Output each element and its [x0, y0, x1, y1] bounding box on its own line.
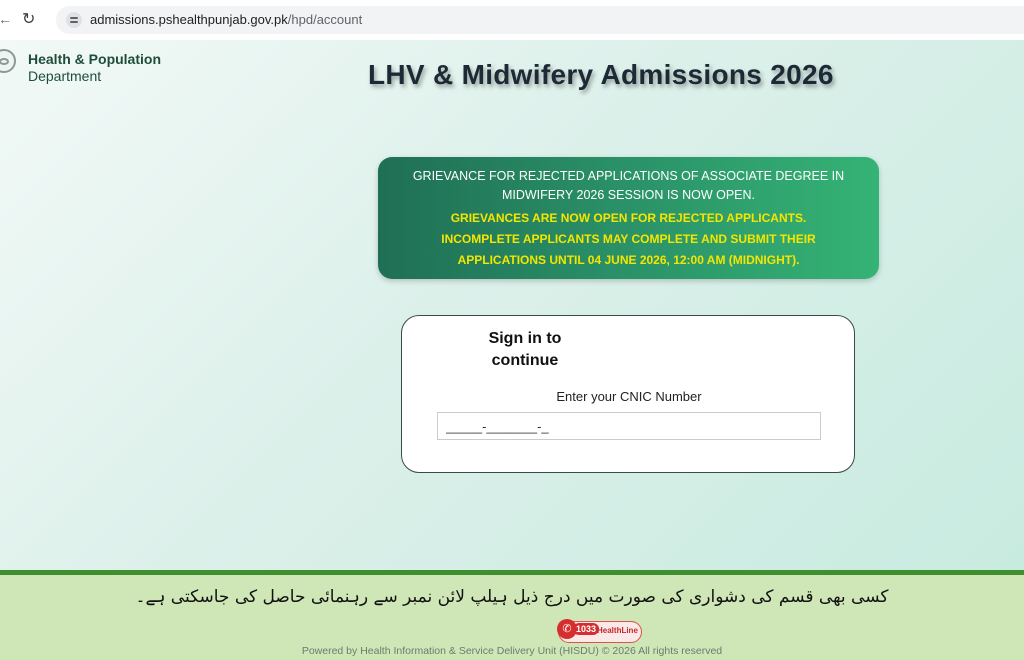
page-title: LHV & Midwifery Admissions 2026: [368, 59, 834, 90]
helpline-number: 1033: [573, 623, 600, 635]
helpline-name: HealthLine: [597, 626, 638, 635]
signin-title: Sign in to continue: [488, 330, 562, 369]
cnic-label: Enter your CNIC Number: [556, 389, 702, 404]
notice-line-1: GRIEVANCE FOR REJECTED APPLICATIONS OF A…: [412, 169, 845, 183]
page-content: Health & Population Department LHV & Mid…: [0, 40, 1024, 570]
helpline-urdu-text: کسی بھی قسم کی دشواری کی صورت میں درج ذی…: [135, 587, 889, 607]
department-subtitle: Department: [28, 68, 102, 84]
signin-card: Sign in to continue Enter your CNIC Numb…: [401, 315, 855, 473]
reload-icon[interactable]: ↻: [22, 9, 35, 29]
browser-toolbar: ← ↻ admissions.pshealthpunjab.gov.pk/hpd…: [0, 0, 1024, 41]
site-settings-icon[interactable]: [66, 12, 82, 28]
grievance-notice-banner: GRIEVANCE FOR REJECTED APPLICATIONS OF A…: [378, 157, 879, 279]
address-bar[interactable]: admissions.pshealthpunjab.gov.pk/hpd/acc…: [56, 6, 1024, 34]
notice-highlight-2: INCOMPLETE APPLICANTS MAY COMPLETE AND S…: [441, 232, 816, 246]
url-text[interactable]: admissions.pshealthpunjab.gov.pk/hpd/acc…: [90, 12, 362, 27]
cnic-input[interactable]: [437, 412, 821, 440]
notice-highlight-1: GRIEVANCES ARE NOW OPEN FOR REJECTED APP…: [450, 211, 807, 225]
healthline-logo: ✆ 1033 HealthLine: [557, 619, 642, 643]
url-host: admissions.pshealthpunjab.gov.pk: [90, 12, 288, 27]
url-path: /hpd/account: [287, 12, 363, 27]
back-arrow-icon[interactable]: ←: [0, 11, 12, 27]
powered-by-text: Powered by Health Information & Service …: [301, 645, 723, 657]
notice-line-2: MIDWIFERY 2026 SESSION IS NOW OPEN.: [501, 188, 756, 202]
notice-highlight-3: APPLICATIONS UNTIL 04 JUNE 2026, 12:00 A…: [457, 253, 800, 267]
department-logo-icon: [0, 49, 16, 73]
department-name: Health & Population: [28, 51, 161, 67]
footer: کسی بھی قسم کی دشواری کی صورت میں درج ذی…: [0, 570, 1024, 660]
